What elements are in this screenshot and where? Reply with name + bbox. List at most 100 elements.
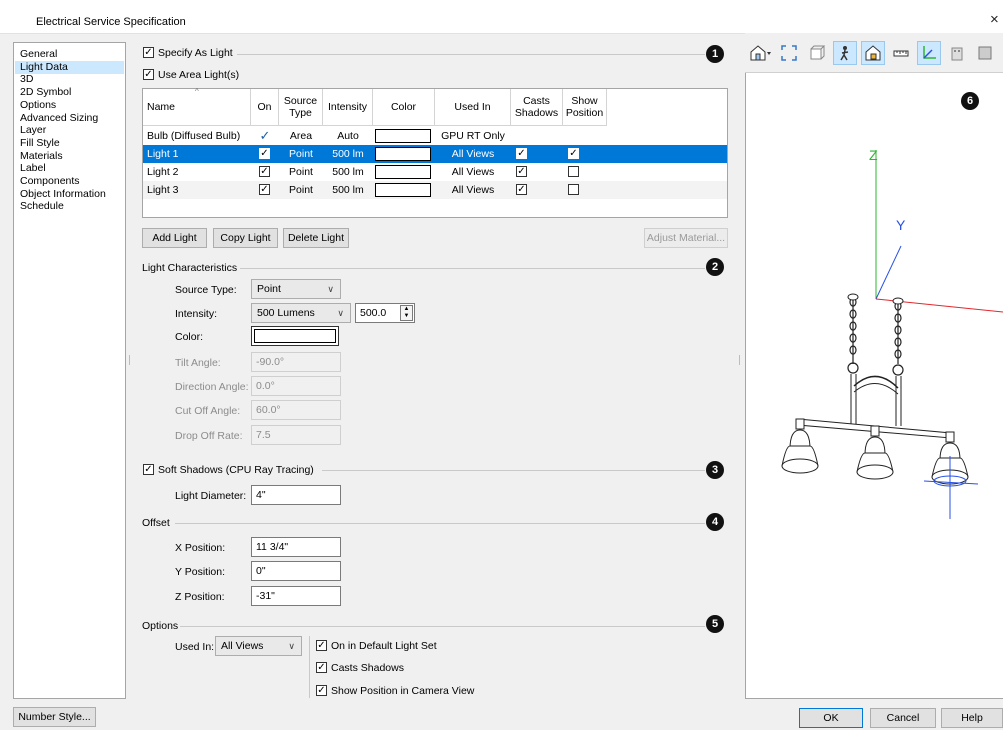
z-position-field[interactable]: -31": [251, 586, 341, 606]
category-item[interactable]: Label: [15, 162, 124, 175]
col-header-color[interactable]: Color: [373, 89, 435, 126]
section-divider: [240, 268, 705, 269]
used-in-dropdown[interactable]: All Views ∨: [215, 636, 302, 656]
sort-caret-icon: ^: [195, 87, 199, 96]
show-position-checkbox[interactable]: ✓: [568, 148, 579, 159]
light-diameter-field[interactable]: 4": [251, 485, 341, 505]
category-item[interactable]: 3D: [15, 73, 124, 86]
cell-name: Light 3: [147, 184, 179, 196]
casts-shadows-checkbox[interactable]: ✓: [516, 148, 527, 159]
add-light-button[interactable]: Add Light: [142, 228, 207, 248]
category-item[interactable]: Layer: [15, 124, 124, 137]
casts-shadows-checkbox[interactable]: ✓: [316, 662, 327, 673]
col-header-used-in[interactable]: Used In: [435, 89, 511, 126]
camera-house-icon[interactable]: [861, 41, 885, 65]
category-item[interactable]: Materials: [15, 150, 124, 163]
section-divider: [322, 470, 705, 471]
color-swatch-button[interactable]: [251, 326, 339, 346]
callout-badge-4: 4: [706, 513, 724, 531]
ruler-icon[interactable]: [889, 41, 913, 65]
axis-toggle-icon[interactable]: [917, 41, 941, 65]
lights-table[interactable]: Name ^ On Source Type Intensity Color Use…: [142, 87, 728, 218]
category-item[interactable]: General: [15, 48, 124, 61]
col-header-source-type[interactable]: Source Type: [279, 89, 323, 126]
z-axis-label: Z: [869, 147, 878, 163]
color-swatch[interactable]: [375, 129, 431, 143]
x-position-field[interactable]: 11 3/4": [251, 537, 341, 557]
walkthrough-icon[interactable]: [833, 41, 857, 65]
intensity-unit-dropdown[interactable]: 500 Lumens ∨: [251, 303, 351, 323]
category-item[interactable]: Fill Style: [15, 137, 124, 150]
color-swatch[interactable]: [375, 147, 431, 161]
category-item[interactable]: Light Data: [15, 60, 124, 74]
show-position-checkbox[interactable]: [568, 184, 579, 195]
direction-angle-label: Direction Angle:: [175, 381, 249, 393]
use-area-lights-label: Use Area Light(s): [158, 69, 240, 81]
table-row[interactable]: Light 1 ✓ Point 500 lm All Views ✓ ✓: [143, 145, 727, 163]
col-header-on[interactable]: On: [251, 89, 279, 126]
splitter-handle-right[interactable]: [739, 355, 742, 365]
category-item[interactable]: Options: [15, 99, 124, 112]
category-item[interactable]: Components: [15, 175, 124, 188]
ok-button[interactable]: OK: [799, 708, 863, 728]
chevron-down-icon: ∨: [337, 308, 344, 318]
chain-right: [892, 300, 904, 376]
category-item[interactable]: Object Information: [15, 188, 124, 201]
direction-angle-field: 0.0°: [251, 376, 341, 396]
col-header-show-position[interactable]: Show Position: [563, 89, 607, 126]
category-item[interactable]: Schedule: [15, 200, 124, 213]
cell-used-in: GPU RT Only: [441, 130, 505, 142]
help-button[interactable]: Help: [941, 708, 1003, 728]
table-row[interactable]: Light 2 ✓ Point 500 lm All Views ✓: [143, 163, 727, 181]
category-item[interactable]: 2D Symbol: [15, 86, 124, 99]
tilt-angle-label: Tilt Angle:: [175, 357, 221, 369]
table-row[interactable]: Bulb (Diffused Bulb) ✓ Area Auto GPU RT Only: [143, 127, 727, 145]
table-row[interactable]: Light 3 ✓ Point 500 lm All Views ✓: [143, 181, 727, 199]
color-label: Color:: [175, 331, 204, 343]
delete-light-button[interactable]: Delete Light: [283, 228, 349, 248]
fill-window-icon[interactable]: [777, 41, 801, 65]
on-checkbox[interactable]: ✓: [259, 184, 270, 195]
casts-shadows-checkbox[interactable]: ✓: [516, 166, 527, 177]
callout-badge-2: 2: [706, 258, 724, 276]
cell-intensity: 500 lm: [332, 166, 364, 178]
on-checkbox[interactable]: ✓: [259, 148, 270, 159]
col-header-casts-shadows[interactable]: Casts Shadows: [511, 89, 563, 126]
light-fixture-preview: Z Y: [781, 147, 1003, 519]
splitter-handle-left[interactable]: [129, 355, 132, 365]
soft-shadows-checkbox[interactable]: ✓: [143, 464, 154, 475]
number-style-button[interactable]: Number Style...: [13, 707, 96, 727]
cell-source-type: Point: [289, 184, 313, 196]
color-swatch[interactable]: [375, 183, 431, 197]
box-view-icon[interactable]: [805, 41, 829, 65]
intensity-spinner-icon[interactable]: ▲ ▼: [400, 305, 413, 321]
cell-source-type: Point: [289, 148, 313, 160]
cell-name: Light 1: [147, 148, 179, 160]
frame-arch: [853, 375, 899, 389]
col-header-intensity[interactable]: Intensity: [323, 89, 373, 126]
close-icon[interactable]: ×: [990, 11, 999, 28]
view-type-dropdown-icon[interactable]: [749, 41, 773, 65]
use-area-lights-checkbox[interactable]: ✓: [143, 69, 154, 80]
specify-as-light-checkbox[interactable]: ✓: [143, 47, 154, 58]
render-icon[interactable]: [973, 41, 997, 65]
building-icon[interactable]: [945, 41, 969, 65]
source-type-label: Source Type:: [175, 284, 237, 296]
on-default-light-set-checkbox[interactable]: ✓: [316, 640, 327, 651]
cancel-button[interactable]: Cancel: [870, 708, 936, 728]
category-item[interactable]: Advanced Sizing: [15, 112, 124, 125]
source-type-dropdown[interactable]: Point ∨: [251, 279, 341, 299]
used-in-label: Used In:: [175, 641, 215, 653]
adjust-material-button[interactable]: Adjust Material...: [644, 228, 728, 248]
on-checkbox[interactable]: ✓: [259, 166, 270, 177]
drop-off-rate-label: Drop Off Rate:: [175, 430, 243, 442]
color-swatch[interactable]: [375, 165, 431, 179]
window-title: Electrical Service Specification: [36, 16, 186, 28]
callout-badge-3: 3: [706, 461, 724, 479]
casts-shadows-checkbox[interactable]: ✓: [516, 184, 527, 195]
y-position-field[interactable]: 0": [251, 561, 341, 581]
show-position-checkbox[interactable]: [568, 166, 579, 177]
show-position-checkbox[interactable]: ✓: [316, 685, 327, 696]
category-list[interactable]: General Light Data 3D 2D Symbol Options Advan…: [13, 42, 126, 699]
copy-light-button[interactable]: Copy Light: [213, 228, 278, 248]
